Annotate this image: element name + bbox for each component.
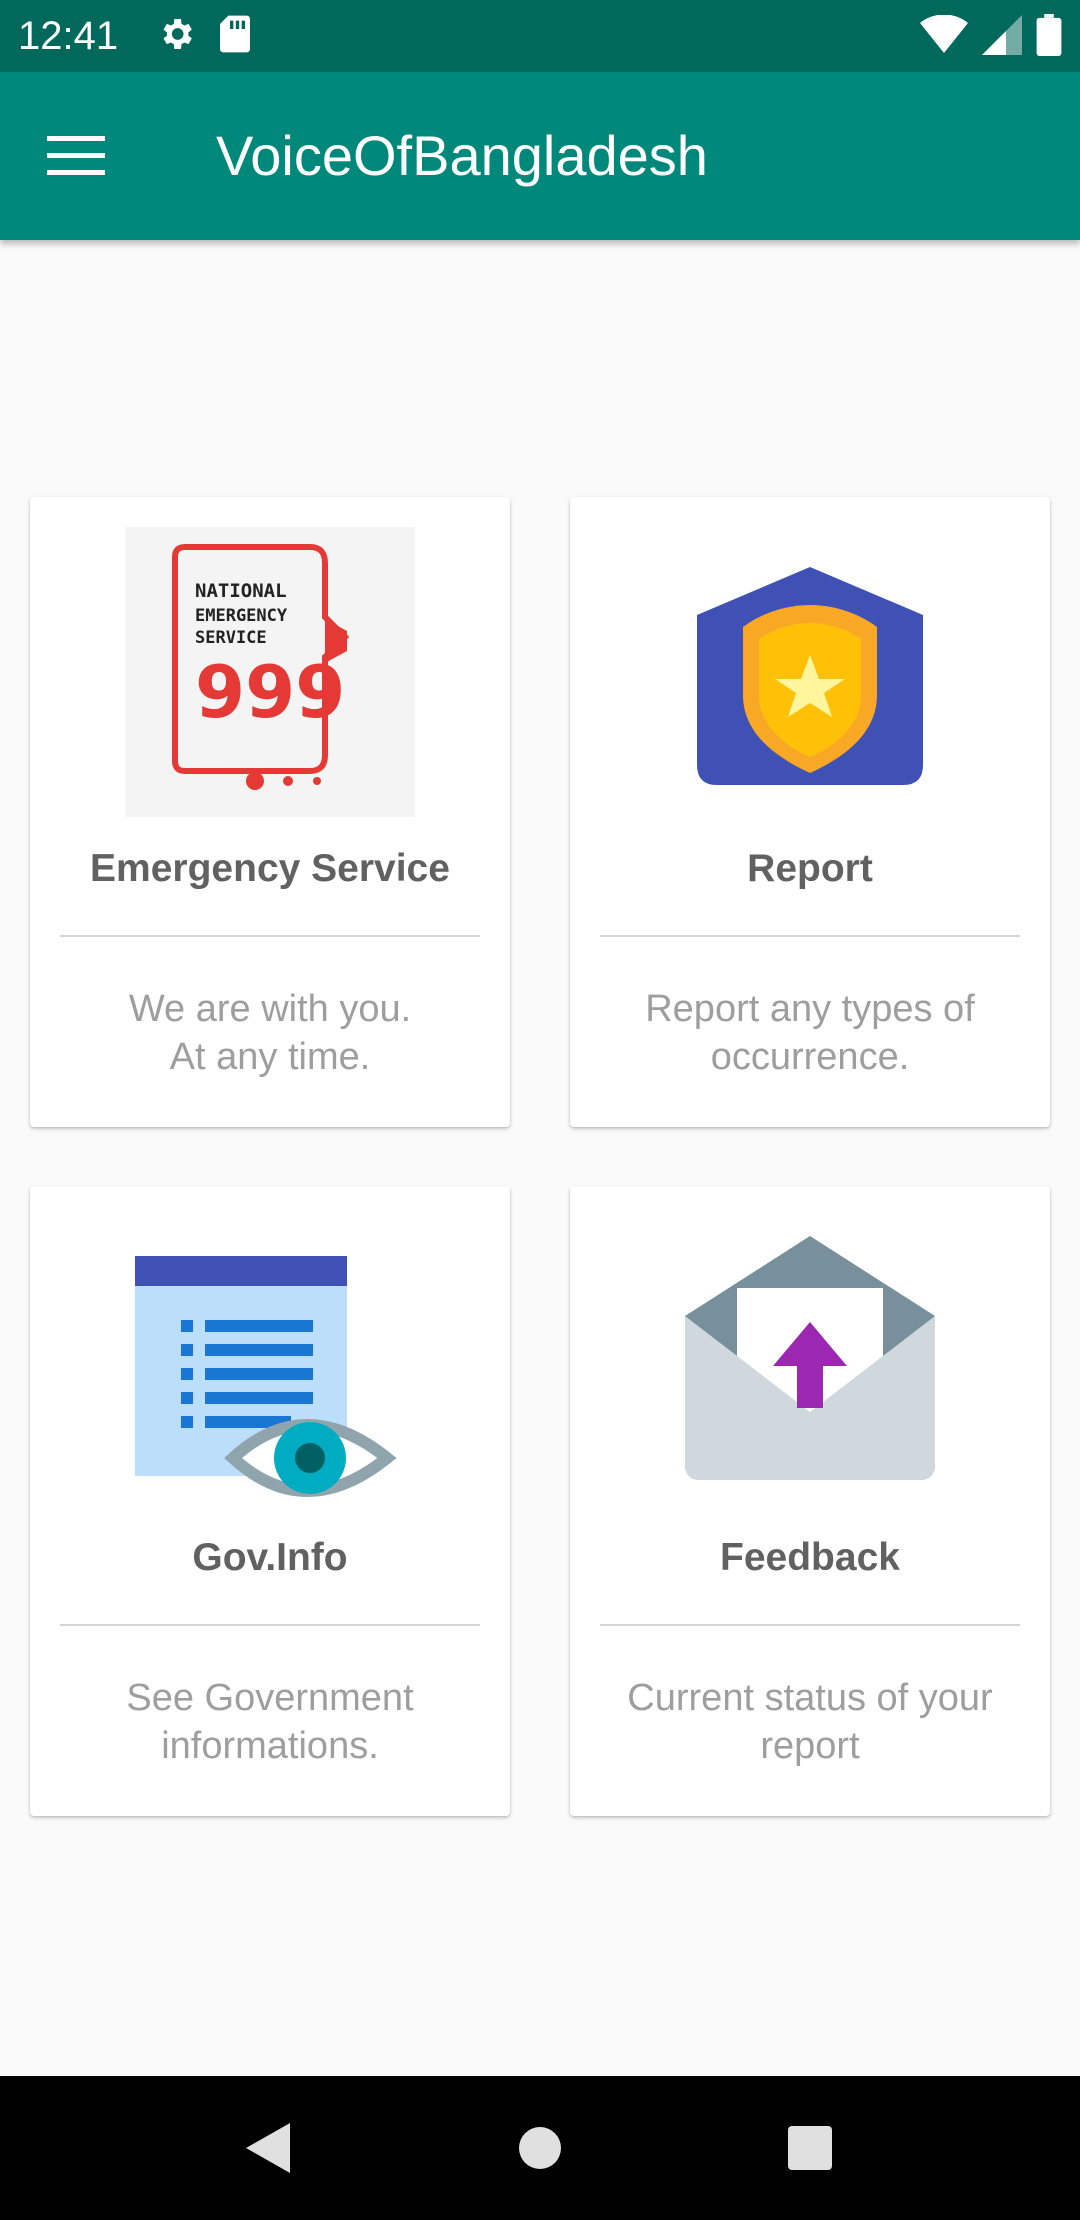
recents-icon[interactable] [774,2112,846,2184]
status-time: 12:41 [18,14,119,58]
svg-text:SERVICE: SERVICE [195,628,267,648]
card-divider [600,1624,1020,1626]
svg-text:999: 999 [195,650,345,734]
card-divider [60,935,480,937]
sd-card-icon [218,14,252,59]
cell-signal-icon [982,15,1022,60]
card-title: Feedback [720,1536,900,1579]
back-icon[interactable] [232,2112,304,2184]
card-description: Report any types of occurrence. [645,988,975,1078]
battery-icon [1036,14,1062,61]
card-title: Emergency Service [90,847,450,890]
hamburger-menu-icon[interactable] [40,120,112,192]
emergency-999-icon: NATIONAL EMERGENCY SERVICE 999 [30,527,510,817]
report-card[interactable]: Report Report any types of occurrence. [570,497,1050,1127]
svg-text:NATIONAL: NATIONAL [195,580,287,602]
card-divider [60,1624,480,1626]
system-nav-bar [0,2076,1080,2220]
card-description: Current status of your report [627,1677,993,1767]
gear-icon [156,14,196,59]
card-divider [600,935,1020,937]
feedback-card[interactable]: Feedback Current status of your report [570,1186,1050,1816]
police-badge-icon [570,527,1050,817]
home-icon[interactable] [504,2112,576,2184]
envelope-upload-icon [570,1216,1050,1506]
document-eye-icon [30,1216,510,1506]
svg-text:EMERGENCY: EMERGENCY [195,606,288,626]
card-description: See Government informations. [126,1677,414,1767]
app-bar: VoiceOfBangladesh [0,72,1080,240]
gov-info-card[interactable]: Gov.Info See Government informations. [30,1186,510,1816]
card-title: Report [747,847,873,890]
main-content: NATIONAL EMERGENCY SERVICE 999 Emergency… [0,240,1080,2076]
wifi-icon [920,14,968,60]
app-title: VoiceOfBangladesh [216,124,708,187]
card-title: Gov.Info [192,1536,348,1579]
emergency-service-card[interactable]: NATIONAL EMERGENCY SERVICE 999 Emergency… [30,497,510,1127]
card-description: We are with you. At any time. [128,988,412,1078]
status-bar: 12:41 [0,0,1080,72]
